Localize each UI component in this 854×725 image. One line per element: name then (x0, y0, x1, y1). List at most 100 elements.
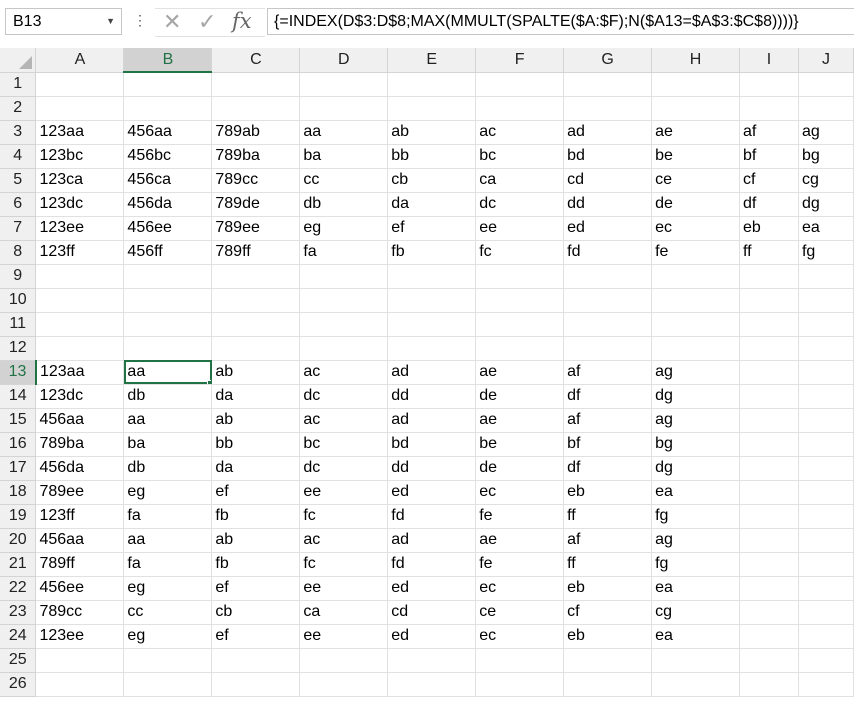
cell-c22[interactable]: ef (211, 576, 301, 601)
cell-g18[interactable]: eb (563, 480, 653, 505)
cell-a7[interactable]: 123ee (35, 216, 125, 241)
cell-d15[interactable]: ac (299, 408, 389, 433)
cell-f23[interactable]: ce (475, 600, 565, 625)
cell-b10[interactable] (123, 288, 213, 313)
cell-f15[interactable]: ae (475, 408, 565, 433)
cell-h15[interactable]: ag (651, 408, 741, 433)
cell-i20[interactable] (739, 528, 799, 553)
cell-j21[interactable] (798, 552, 854, 577)
cell-e1[interactable] (387, 72, 477, 97)
cell-f21[interactable]: fe (475, 552, 565, 577)
cell-j5[interactable]: cg (798, 168, 854, 193)
cell-c2[interactable] (211, 96, 301, 121)
cell-d5[interactable]: cc (299, 168, 389, 193)
cell-i18[interactable] (739, 480, 799, 505)
cell-h18[interactable]: ea (651, 480, 741, 505)
cell-f3[interactable]: ac (475, 120, 565, 145)
cell-j16[interactable] (798, 432, 854, 457)
cell-e8[interactable]: fb (387, 240, 477, 265)
cell-h21[interactable]: fg (651, 552, 741, 577)
cell-d25[interactable] (299, 648, 389, 673)
cell-h22[interactable]: ea (651, 576, 741, 601)
cell-g22[interactable]: eb (563, 576, 653, 601)
cell-a14[interactable]: 123dc (35, 384, 125, 409)
cell-c23[interactable]: cb (211, 600, 301, 625)
cell-e22[interactable]: ed (387, 576, 477, 601)
cell-h4[interactable]: be (651, 144, 741, 169)
cell-e12[interactable] (387, 336, 477, 361)
cell-d9[interactable] (299, 264, 389, 289)
cell-b7[interactable]: 456ee (123, 216, 213, 241)
cell-f1[interactable] (475, 72, 565, 97)
cell-i6[interactable]: df (739, 192, 799, 217)
cell-g17[interactable]: df (563, 456, 653, 481)
cell-a3[interactable]: 123aa (35, 120, 125, 145)
cell-a6[interactable]: 123dc (35, 192, 125, 217)
cell-g23[interactable]: cf (563, 600, 653, 625)
cell-d23[interactable]: ca (299, 600, 389, 625)
cell-i1[interactable] (739, 72, 799, 97)
cell-b25[interactable] (123, 648, 213, 673)
cell-c18[interactable]: ef (211, 480, 301, 505)
row-header-10[interactable]: 10 (0, 288, 37, 313)
row-header-11[interactable]: 11 (0, 312, 37, 337)
row-header-25[interactable]: 25 (0, 648, 37, 673)
row-header-1[interactable]: 1 (0, 72, 37, 97)
cell-c19[interactable]: fb (211, 504, 301, 529)
fx-icon[interactable]: fx (232, 9, 252, 33)
cell-i10[interactable] (739, 288, 799, 313)
cell-a13[interactable]: 123aa (35, 360, 125, 385)
cell-b1[interactable] (123, 72, 213, 97)
cell-h6[interactable]: de (651, 192, 741, 217)
cell-h20[interactable]: ag (651, 528, 741, 553)
cell-b22[interactable]: eg (123, 576, 213, 601)
cell-b26[interactable] (123, 672, 213, 697)
cell-c15[interactable]: ab (211, 408, 301, 433)
cell-d19[interactable]: fc (299, 504, 389, 529)
cell-h7[interactable]: ec (651, 216, 741, 241)
row-header-2[interactable]: 2 (0, 96, 37, 121)
column-header-d[interactable]: D (299, 48, 389, 73)
cell-g21[interactable]: ff (563, 552, 653, 577)
cell-a10[interactable] (35, 288, 125, 313)
cell-d13[interactable]: ac (299, 360, 389, 385)
cell-c14[interactable]: da (211, 384, 301, 409)
cell-b19[interactable]: fa (123, 504, 213, 529)
cell-g25[interactable] (563, 648, 653, 673)
cell-b17[interactable]: db (123, 456, 213, 481)
cell-i11[interactable] (739, 312, 799, 337)
cell-d12[interactable] (299, 336, 389, 361)
cell-c25[interactable] (211, 648, 301, 673)
cell-j10[interactable] (798, 288, 854, 313)
row-header-20[interactable]: 20 (0, 528, 37, 553)
cell-a16[interactable]: 789ba (35, 432, 125, 457)
cell-b3[interactable]: 456aa (123, 120, 213, 145)
row-header-23[interactable]: 23 (0, 600, 37, 625)
cell-j4[interactable]: bg (798, 144, 854, 169)
cell-f13[interactable]: ae (475, 360, 565, 385)
cell-a25[interactable] (35, 648, 125, 673)
cell-a9[interactable] (35, 264, 125, 289)
cell-a24[interactable]: 123ee (35, 624, 125, 649)
cell-d20[interactable]: ac (299, 528, 389, 553)
cell-e6[interactable]: da (387, 192, 477, 217)
cell-d18[interactable]: ee (299, 480, 389, 505)
cell-e3[interactable]: ab (387, 120, 477, 145)
cell-g7[interactable]: ed (563, 216, 653, 241)
cell-e19[interactable]: fd (387, 504, 477, 529)
cell-e20[interactable]: ad (387, 528, 477, 553)
cell-d1[interactable] (299, 72, 389, 97)
column-header-h[interactable]: H (651, 48, 741, 73)
cell-h25[interactable] (651, 648, 741, 673)
cell-b9[interactable] (123, 264, 213, 289)
cell-h23[interactable]: cg (651, 600, 741, 625)
cell-g13[interactable]: af (563, 360, 653, 385)
cell-f18[interactable]: ec (475, 480, 565, 505)
cell-b14[interactable]: db (123, 384, 213, 409)
cell-e15[interactable]: ad (387, 408, 477, 433)
cell-b21[interactable]: fa (123, 552, 213, 577)
cell-e21[interactable]: fd (387, 552, 477, 577)
cell-f14[interactable]: de (475, 384, 565, 409)
cell-f10[interactable] (475, 288, 565, 313)
cell-g12[interactable] (563, 336, 653, 361)
